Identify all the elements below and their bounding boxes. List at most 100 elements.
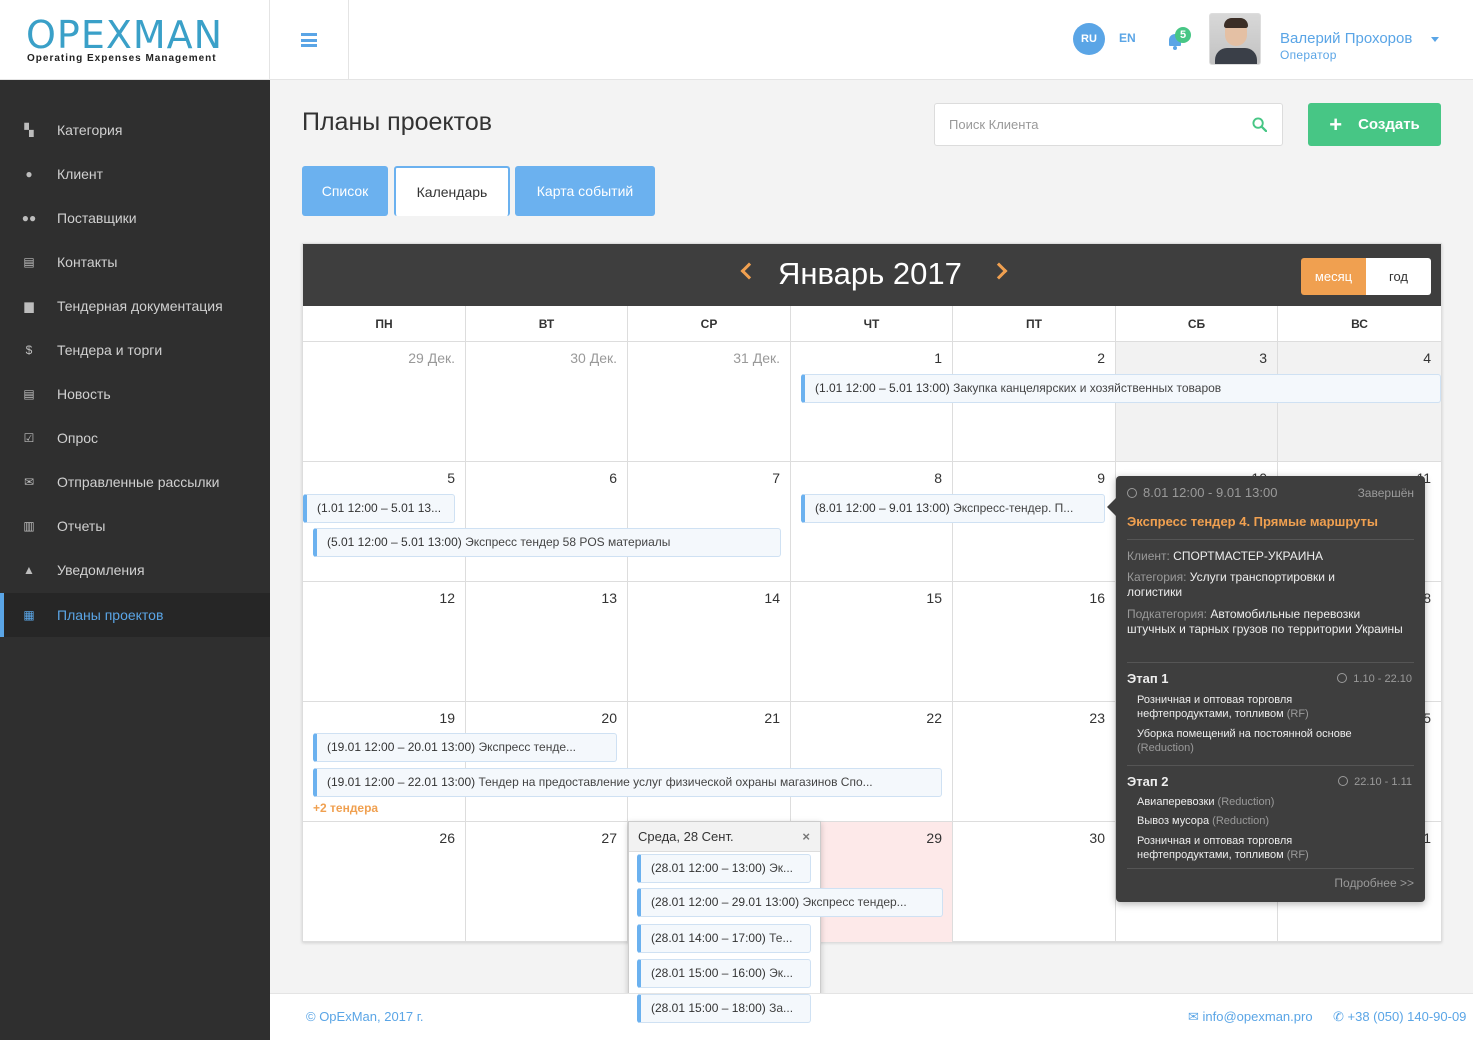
calendar-day-cell[interactable]: 23 [953,702,1116,822]
logo-area[interactable]: OPEXMAN Operating Expenses Management [0,0,270,80]
sidebar-item-client[interactable]: ● Клиент [0,152,270,196]
logo: OPEXMAN [26,13,224,57]
popup-event[interactable]: (28.01 15:00 – 18:00) За... [637,994,811,1023]
calendar-day-cell[interactable]: 20 [466,702,628,822]
sidebar-item-survey[interactable]: ☑ Опрос [0,416,270,460]
weekday-header: ЧТ [791,306,953,342]
day-number: 3 [1259,350,1267,366]
calendar-day-cell[interactable]: 29 Дек. [303,342,466,462]
weekday-header: СБ [1116,306,1278,342]
day-number: 29 Дек. [408,350,455,366]
more-tenders-link[interactable]: +2 тендера [313,801,378,815]
top-bar: RU EN 5 Валерий Прохоров Оператор [270,0,1473,80]
calendar-day-cell[interactable]: 7 [628,462,791,582]
sidebar-item-reports[interactable]: ▥ Отчеты [0,504,270,548]
calendar-day-cell[interactable]: 31 Дек. [628,342,791,462]
chevron-down-icon[interactable] [1431,37,1439,42]
calendar-day-cell[interactable]: 21 [628,702,791,822]
calendar-event[interactable]: (19.01 12:00 – 20.01 13:00) Экспресс тен… [313,733,617,762]
day-number: 8 [934,470,942,486]
newspaper-icon: ▤ [23,387,35,401]
weekday-header: СР [628,306,791,342]
sidebar-item-news[interactable]: ▤ Новость [0,372,270,416]
calendar-icon: ▦ [23,608,35,622]
sidebar-item-mailings[interactable]: ✉ Отправленные рассылки [0,460,270,504]
lang-en-button[interactable]: EN [1119,31,1136,45]
day-number: 14 [764,590,780,606]
logo-subtitle: Operating Expenses Management [27,53,217,64]
footer-email[interactable]: ✉ info@opexman.pro [1188,1009,1313,1025]
chevron-right-icon[interactable] [990,262,1008,280]
day-number: 9 [1097,470,1105,486]
weekday-header: ПН [303,306,466,342]
tooltip-title[interactable]: Экспресс тендер 4. Прямые маршруты [1127,514,1378,529]
tab-list[interactable]: Список [302,166,388,216]
chevron-left-icon[interactable] [740,262,758,280]
sidebar-item-category[interactable]: ▚ Категория [0,108,270,152]
calendar-day-cell[interactable]: 30 [953,822,1116,942]
tooltip-subcategory: Подкатегория: Автомобильные перевозки шт… [1127,607,1403,636]
day-number: 6 [609,470,617,486]
day-number: 30 [1089,830,1105,846]
popup-event[interactable]: (28.01 14:00 – 17:00) Те... [637,924,811,953]
weekday-header: ПТ [953,306,1116,342]
calendar-day-cell[interactable]: 26 [303,822,466,942]
create-button[interactable]: + Создать [1308,103,1441,146]
sidebar-item-suppliers[interactable]: ●● Поставщики [0,196,270,240]
search-input[interactable] [949,117,1239,132]
search-box[interactable] [934,103,1283,146]
envelope-icon: ✉ [1188,1009,1203,1024]
calendar-day-cell[interactable]: 6 [466,462,628,582]
plus-icon: + [1329,111,1343,137]
stage2-item: Розничная и оптовая торговля нефтепродук… [1137,835,1309,861]
menu-toggle-button[interactable] [270,0,349,80]
popup-event[interactable]: (28.01 12:00 – 13:00) Эк... [637,854,811,883]
sidebar-item-notifications[interactable]: ▲ Уведомления [0,548,270,592]
file-icon: ▆ [24,299,34,313]
sidebar: ▚ Категория ● Клиент ●● Поставщики ▤ Контакт… [0,80,270,1040]
popup-event[interactable]: (28.01 12:00 – 29.01 13:00) Экспресс тен… [637,888,943,917]
weekday-header: ВТ [466,306,628,342]
stage2-item: Авиаперевозки (Reduction) [1137,796,1275,808]
sidebar-item-contacts[interactable]: ▤ Контакты [0,240,270,284]
stage1-dates: 1.10 - 22.10 [1337,672,1412,687]
search-icon[interactable] [1252,117,1267,132]
day-number: 31 Дек. [733,350,780,366]
notification-badge[interactable]: 5 [1175,27,1191,43]
hamburger-icon [301,33,317,47]
tab-calendar[interactable]: Календарь [394,166,510,216]
calendar-day-cell[interactable]: 13 [466,582,628,702]
calendar-day-cell[interactable]: 27 [466,822,628,942]
calendar-event[interactable]: (8.01 12:00 – 9.01 13:00) Экспресс-тенде… [801,494,1105,523]
lang-ru-button[interactable]: RU [1073,23,1105,55]
calendar-header: Январь 2017 месяц год [303,244,1441,306]
view-month-button[interactable]: месяц [1301,258,1366,295]
tab-event-map[interactable]: Карта событий [515,166,655,216]
calendar-day-cell[interactable]: 15 [791,582,953,702]
user-name[interactable]: Валерий Прохоров [1280,30,1412,47]
calendar-event[interactable]: (1.01 12:00 – 5.01 13... [303,494,455,523]
stage2-dates: 22.10 - 1.11 [1338,775,1412,790]
view-year-button[interactable]: год [1366,258,1431,295]
calendar-event[interactable]: (5.01 12:00 – 5.01 13:00) Экспресс тенде… [313,528,781,557]
calendar-title: Январь 2017 [778,256,962,291]
calendar-day-cell[interactable]: 30 Дек. [466,342,628,462]
calendar-day-cell[interactable]: 12 [303,582,466,702]
user-role: Оператор [1280,48,1337,62]
close-icon[interactable]: × [802,829,810,844]
check-square-icon: ☑ [23,431,35,445]
calendar-day-cell[interactable]: 22 [791,702,953,822]
sidebar-item-project-plans[interactable]: ▦ Планы проектов [0,593,270,637]
calendar-day-cell[interactable]: 16 [953,582,1116,702]
calendar-day-cell[interactable]: 14 [628,582,791,702]
tooltip-more-link[interactable]: Подробнее >> [1334,876,1414,891]
stage2-title: Этап 2 [1127,774,1169,789]
calendar-event[interactable]: (1.01 12:00 – 5.01 13:00) Закупка канцел… [801,374,1441,403]
calendar-event[interactable]: (19.01 12:00 – 22.01 13:00) Тендер на пр… [313,768,942,797]
day-number: 5 [447,470,455,486]
sidebar-item-tenders[interactable]: $ Тендера и торги [0,328,270,372]
sidebar-item-tender-docs[interactable]: ▆ Тендерная документация [0,284,270,328]
avatar[interactable] [1209,13,1261,65]
popup-event[interactable]: (28.01 15:00 – 16:00) Эк... [637,959,811,988]
footer-phone[interactable]: ✆ +38 (050) 140-90-09 [1333,1009,1466,1025]
